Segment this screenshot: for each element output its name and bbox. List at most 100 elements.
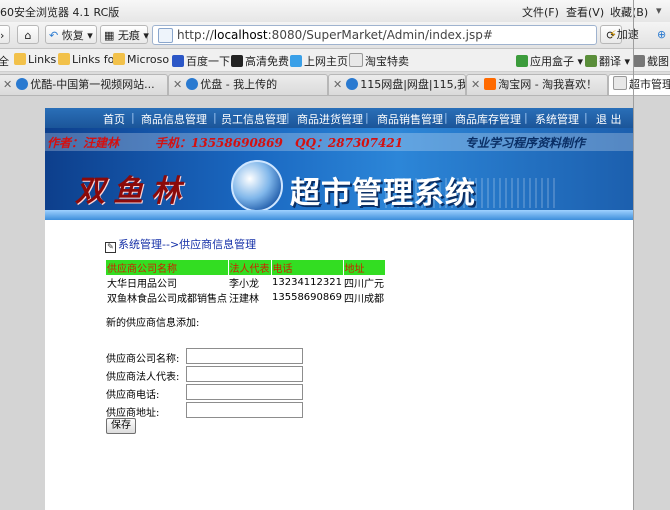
- tab-115-label: 115网盘|网盘|115,我的...: [360, 78, 465, 91]
- page-icon: [158, 28, 173, 43]
- screenshot-button[interactable]: 截图: [633, 53, 669, 69]
- table-row: 大华日用品公司 李小龙 13234112321 四川广元: [106, 275, 385, 290]
- banner-author: 作者：汪建林: [47, 136, 120, 150]
- translate-icon: [585, 55, 597, 67]
- folder-icon: [58, 53, 70, 65]
- baidu-paw-icon: [172, 55, 184, 67]
- forward-icon[interactable]: ›: [0, 25, 10, 44]
- bookmark-taobao[interactable]: 淘宝特卖: [349, 53, 409, 69]
- nav-separator: |: [131, 111, 135, 124]
- supplier-table: 供应商公司名称 法人代表 电话 地址 大华日用品公司 李小龙 132341123…: [106, 260, 386, 305]
- cell-legal-rep: 汪建林: [229, 294, 259, 305]
- close-icon[interactable]: ✕: [173, 78, 182, 91]
- restore-label: 恢复: [61, 29, 84, 42]
- page-right-border: [633, 0, 634, 510]
- bookmark-home[interactable]: 上网主页: [290, 53, 348, 69]
- table-row: 双鱼林食品公司成都销售点 汪建林 13558690869 四川成都: [106, 290, 385, 305]
- menu-file[interactable]: 文件(F): [522, 4, 559, 20]
- admin-page: 首页 | 商品信息管理 | 员工信息管理 | 商品进货管理 | 商品销售管理 |…: [45, 108, 634, 510]
- tab-youku[interactable]: ✕ 优酷-中国第一视频网站...: [0, 74, 168, 95]
- close-icon[interactable]: ✕: [471, 78, 480, 91]
- company-name-input[interactable]: [186, 348, 303, 364]
- home-icon[interactable]: ⌂: [17, 25, 39, 44]
- bookmarks-bar: 全 Links Links fo Microso 百度一下 高清免费 上网主页 …: [0, 49, 670, 72]
- cell-company: 大华日用品公司: [107, 279, 177, 290]
- app-box-button[interactable]: 应用盒子 ▾: [516, 53, 583, 69]
- folder-icon: [14, 53, 26, 65]
- address-bar[interactable]: http://localhost:8080/SuperMarket/Admin/…: [152, 25, 597, 45]
- private-mode-icon: ▦: [104, 29, 115, 42]
- cell-phone: 13234112321: [272, 277, 342, 288]
- tab-youpan-label: 优盘 - 我上传的: [200, 78, 278, 91]
- address-input[interactable]: [186, 402, 303, 418]
- legal-rep-input[interactable]: [186, 366, 303, 382]
- close-icon[interactable]: ✕: [3, 78, 12, 91]
- bookmark-taobao-label: 淘宝特卖: [365, 55, 409, 68]
- nav-inventory[interactable]: 商品库存管理: [455, 111, 521, 127]
- nav-logout[interactable]: 退 出: [596, 111, 622, 127]
- bookmark-links[interactable]: Links: [14, 53, 56, 66]
- nav-staff-info[interactable]: 员工信息管理: [221, 111, 287, 127]
- bookmark-home-label: 上网主页: [304, 55, 348, 68]
- restore-button[interactable]: ↶ 恢复 ▾: [45, 25, 97, 44]
- private-mode-button[interactable]: ▦ 无痕 ▾: [100, 25, 149, 44]
- bookmark-baidu[interactable]: 百度一下: [172, 53, 230, 69]
- nav-goods-info[interactable]: 商品信息管理: [141, 111, 207, 127]
- cell-company: 双鱼林食品公司成都销售点: [107, 294, 227, 305]
- breadcrumb-text: 系统管理-->供应商信息管理: [118, 238, 257, 251]
- taobao-icon: [484, 78, 497, 90]
- close-icon[interactable]: ✕: [333, 78, 342, 91]
- bookmark-baidu-label: 百度一下: [186, 55, 230, 68]
- search-icon[interactable]: ⊕: [654, 25, 670, 44]
- banner-system-title: 超市管理系统: [290, 176, 476, 211]
- disk-icon: [346, 78, 359, 90]
- bookmark-hd-free-label: 高清免费: [245, 55, 289, 68]
- bookmark-links-fo-label: Links fo: [72, 53, 115, 66]
- bookmark-all[interactable]: 全: [0, 53, 9, 69]
- tab-youpan[interactable]: ✕ 优盘 - 我上传的: [168, 74, 328, 95]
- cell-legal-rep: 李小龙: [229, 279, 259, 290]
- translate-button[interactable]: 翻译 ▾: [585, 53, 630, 69]
- menu-more-icon[interactable]: ▾: [656, 4, 662, 17]
- page-viewport: 首页 | 商品信息管理 | 员工信息管理 | 商品进货管理 | 商品销售管理 |…: [0, 96, 670, 510]
- nav-separator: |: [213, 111, 217, 124]
- menu-favorites[interactable]: 收藏(B): [610, 4, 648, 20]
- browser-title: 60安全浏览器 4.1 RC版: [0, 6, 120, 19]
- menu-view[interactable]: 查看(V): [566, 4, 604, 20]
- bookmark-microsoft[interactable]: Microso: [113, 53, 169, 66]
- accelerate-button[interactable]: ⚡加速: [606, 25, 654, 44]
- column-header-legal-rep: 法人代表: [228, 260, 272, 275]
- banner-strip: [45, 210, 634, 220]
- column-header-company: 供应商公司名称: [106, 260, 229, 275]
- tab-taobao[interactable]: ✕ 淘宝网 - 淘我喜欢！: [466, 74, 608, 95]
- column-header-phone: 电话: [271, 260, 344, 275]
- bookmark-microsoft-label: Microso: [127, 53, 170, 66]
- url-scheme: http://: [177, 28, 214, 42]
- url-text: http://localhost:8080/SuperMarket/Admin/…: [177, 28, 493, 42]
- save-button[interactable]: 保存: [106, 418, 136, 434]
- bookmark-links-label: Links: [28, 53, 57, 66]
- tab-supermarket[interactable]: 超市管理信息: [608, 74, 670, 95]
- tab-youku-label: 优酷-中国第一视频网站...: [30, 78, 155, 91]
- bookmark-links-fo[interactable]: Links fo: [58, 53, 114, 66]
- phone-input[interactable]: [186, 384, 303, 400]
- globe-logo-icon: [231, 160, 283, 212]
- folder-icon: [113, 53, 125, 65]
- bookmark-hd-free[interactable]: 高清免费: [231, 53, 289, 69]
- banner-qq: QQ：287307421: [295, 136, 404, 150]
- header-banner: 作者：汪建林 手机：13558690869 QQ：287307421 专业学习程…: [45, 128, 634, 220]
- nav-system[interactable]: 系统管理: [535, 111, 579, 127]
- restore-icon: ↶: [49, 29, 59, 42]
- edit-icon: ✎: [105, 242, 116, 253]
- youku-icon: [186, 78, 199, 90]
- app-box-label: 应用盒子: [530, 55, 574, 68]
- cell-address: 四川成都: [344, 294, 384, 305]
- tab-115[interactable]: ✕ 115网盘|网盘|115,我的...: [328, 74, 466, 95]
- nav-sales[interactable]: 商品销售管理: [377, 111, 443, 127]
- form-title: 新的供应商信息添加:: [106, 318, 200, 329]
- home-page-icon: [290, 55, 302, 67]
- nav-separator: |: [444, 111, 448, 124]
- nav-home[interactable]: 首页: [103, 111, 125, 127]
- nav-purchase[interactable]: 商品进货管理: [297, 111, 363, 127]
- translate-label: 翻译: [599, 55, 621, 68]
